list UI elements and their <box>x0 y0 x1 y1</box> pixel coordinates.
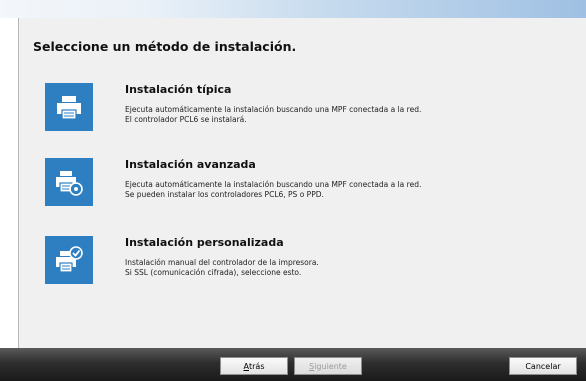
option-advanced-install[interactable]: Instalación avanzada Ejecuta automáticam… <box>45 158 565 216</box>
option-desc-line: Ejecuta automáticamente la instalación b… <box>125 105 422 114</box>
option-typical-install[interactable]: Instalación típica Ejecuta automáticamen… <box>45 83 565 141</box>
page-title: Seleccione un método de instalación. <box>33 39 297 54</box>
next-button[interactable]: Siguiente <box>294 357 362 375</box>
option-desc-line: Se pueden instalar los controladores PCL… <box>125 190 324 199</box>
option-description: Instalación manual del controlador de la… <box>125 258 319 278</box>
option-description: Ejecuta automáticamente la instalación b… <box>125 180 421 200</box>
option-tile[interactable] <box>45 158 93 206</box>
option-desc-line: El controlador PCL6 se instalará. <box>125 115 247 124</box>
printer-icon <box>57 96 81 120</box>
option-desc-line: Instalación manual del controlador de la… <box>125 258 319 267</box>
content-panel: Seleccione un método de instalación. Ins… <box>18 18 586 348</box>
next-label: iguiente <box>314 361 347 371</box>
button-bar: Atrás Siguiente Cancelar <box>0 348 586 381</box>
printer-check-icon <box>56 246 83 273</box>
cancel-button[interactable]: Cancelar <box>509 357 577 375</box>
option-tile[interactable] <box>45 236 93 284</box>
back-label: trás <box>248 361 265 371</box>
option-desc-line: Ejecuta automáticamente la instalación b… <box>125 180 422 189</box>
option-desc-line: Si SSL (comunicación cifrada), seleccion… <box>125 268 302 277</box>
printer-gear-icon <box>56 171 83 196</box>
option-title: Instalación avanzada <box>125 158 256 171</box>
option-title: Instalación típica <box>125 83 232 96</box>
option-title: Instalación personalizada <box>125 236 284 249</box>
back-button[interactable]: Atrás <box>220 357 288 375</box>
option-tile[interactable] <box>45 83 93 131</box>
title-gradient-bar <box>0 0 586 18</box>
option-description: Ejecuta automáticamente la instalación b… <box>125 105 421 125</box>
option-custom-install[interactable]: Instalación personalizada Instalación ma… <box>45 236 565 294</box>
